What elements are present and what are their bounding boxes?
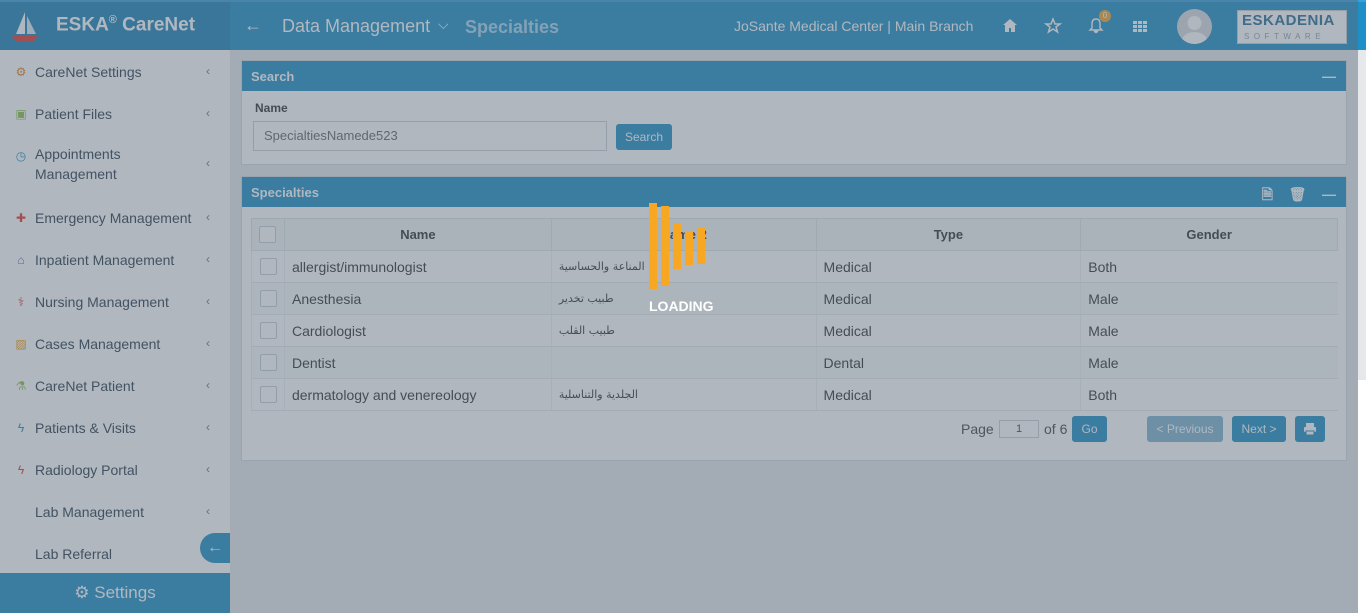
scrollbar-track[interactable] [1358, 380, 1366, 613]
loading-text: LOADING [649, 298, 714, 314]
